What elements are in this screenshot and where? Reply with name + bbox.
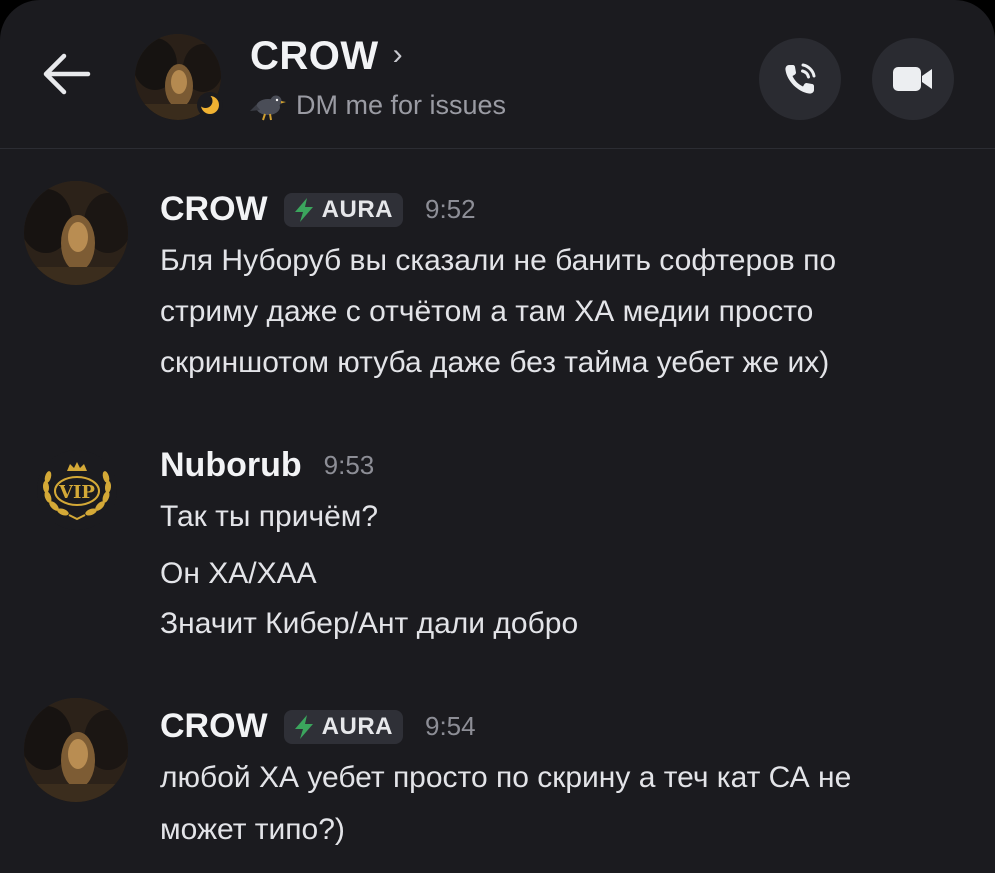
message-text: может типо?) <box>160 813 345 846</box>
dm-screen: CROW › DM me for issues CROW AURA 9:52 Б… <box>0 0 995 873</box>
badge-label: AURA <box>321 712 393 740</box>
svg-text:VIP: VIP <box>58 482 95 503</box>
lightning-icon <box>294 714 313 739</box>
message-text: скриншотом ютуба даже без тайма уебет же… <box>160 346 830 379</box>
dm-header: CROW › DM me for issues <box>0 0 995 149</box>
author-name[interactable]: CROW <box>160 707 268 746</box>
message-text: Так ты причём? <box>160 500 379 533</box>
header-title-row[interactable]: CROW › <box>250 34 403 79</box>
moon-icon <box>200 95 219 114</box>
message-text: Он ХА/ХАА <box>160 557 317 590</box>
phone-call-icon <box>785 63 816 94</box>
header-avatar[interactable] <box>135 34 223 120</box>
avatar[interactable] <box>24 698 128 802</box>
video-camera-icon <box>893 67 932 91</box>
header-title: CROW <box>250 34 379 78</box>
lightning-icon <box>294 197 313 222</box>
custom-status: DM me for issues <box>250 90 506 121</box>
message-text: стриму даже с отчётом а там ХА медии про… <box>160 295 814 328</box>
avatar[interactable]: VIP <box>36 449 118 531</box>
guild-tag-badge[interactable]: AURA <box>283 192 403 227</box>
idle-status-indicator <box>197 92 223 118</box>
avatar[interactable] <box>24 181 128 285</box>
back-button[interactable] <box>36 44 96 104</box>
arrow-left-icon <box>43 53 91 95</box>
message-header: Nuborub 9:53 <box>160 446 374 485</box>
avatar-image <box>24 181 128 285</box>
video-call-button[interactable] <box>872 38 954 120</box>
chevron-right-icon: › <box>392 37 403 71</box>
author-name[interactable]: Nuborub <box>160 446 302 485</box>
vip-laurel-icon: VIP <box>37 450 117 530</box>
avatar-image <box>24 698 128 802</box>
message-text: Значит Кибер/Ант дали добро <box>160 607 579 640</box>
crow-emoji-icon <box>250 95 286 120</box>
timestamp: 9:54 <box>424 711 476 741</box>
voice-call-button[interactable] <box>759 38 841 120</box>
timestamp: 9:52 <box>424 194 476 224</box>
badge-label: AURA <box>321 195 393 223</box>
message-text: Бля Нуборуб вы сказали не банить софтеро… <box>160 244 837 277</box>
message-header: CROW AURA 9:52 <box>160 190 476 229</box>
author-name[interactable]: CROW <box>160 190 268 229</box>
timestamp: 9:53 <box>323 450 375 480</box>
message-text: любой ХА уебет просто по скрину а теч ка… <box>160 761 852 794</box>
message-header: CROW AURA 9:54 <box>160 707 476 746</box>
guild-tag-badge[interactable]: AURA <box>283 709 403 744</box>
custom-status-text: DM me for issues <box>296 90 507 120</box>
